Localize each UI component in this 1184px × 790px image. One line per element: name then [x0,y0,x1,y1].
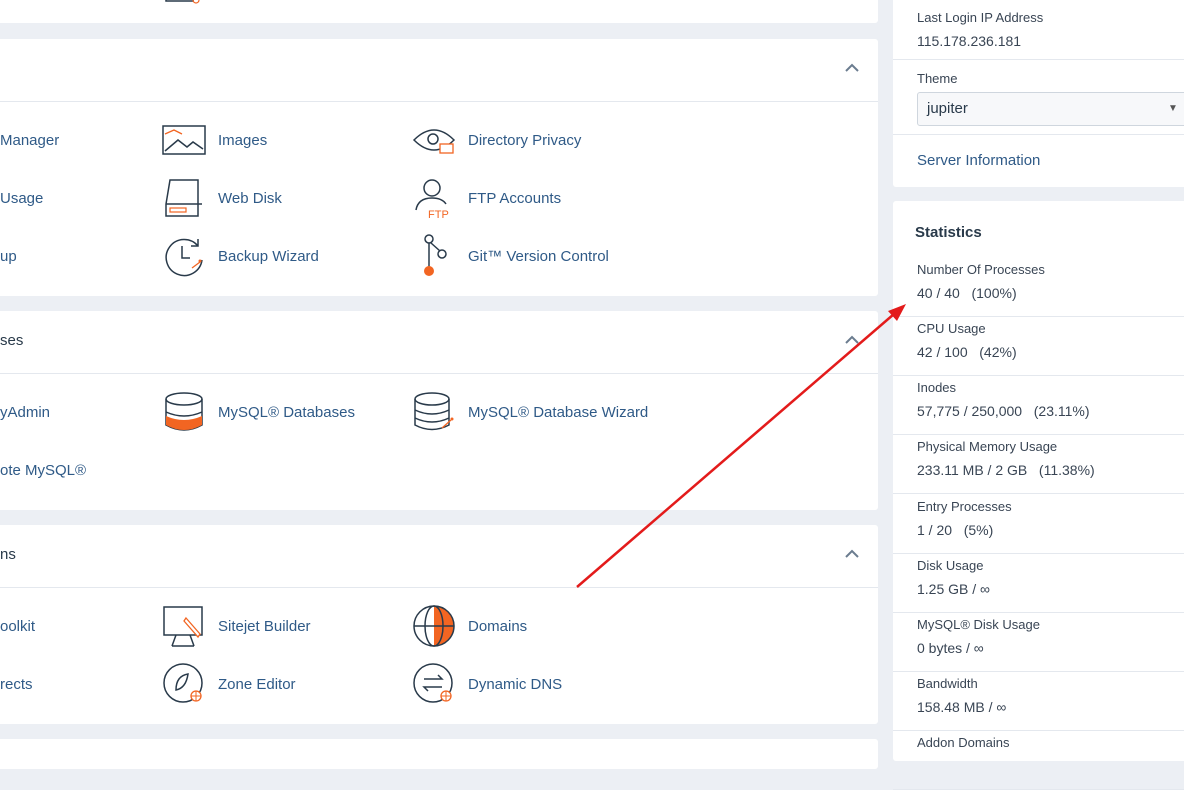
stat-value: 1 / 20 (5%) [917,522,994,538]
stat-label: CPU Usage [917,321,986,336]
top-panel-fragment [0,0,878,23]
site-toolkit-link[interactable]: oolkit [0,618,35,635]
stat-row: CPU Usage 42 / 100 (42%) [893,317,1184,376]
stat-label: MySQL® Disk Usage [917,617,1040,632]
backup-link[interactable]: up [0,248,17,265]
caret-down-icon: ▼ [1168,103,1178,114]
sitejet-builder-label: Sitejet Builder [218,617,311,635]
mysql-database-wizard-tool[interactable]: MySQL® Database Wizard [412,390,648,434]
stat-value: 40 / 40 (100%) [917,285,1017,301]
eye-icon [412,129,456,154]
stat-label: Disk Usage [917,558,984,573]
stat-value: 158.48 MB / ∞ [917,699,1007,715]
stat-row: Number Of Processes 40 / 40 (100%) [893,258,1184,317]
git-branch-icon [424,234,447,276]
dynamic-dns-icon [413,663,453,703]
redirects-link[interactable]: rects [0,676,33,693]
databases-panel-title: ses [0,332,24,349]
backup-clock-icon [165,238,203,277]
stat-row: Entry Processes 1 / 20 (5%) [893,495,1184,554]
backup-wizard-label: Backup Wizard [218,247,319,265]
images-tool[interactable]: Images [162,118,267,162]
statistics-panel: Statistics Number Of Processes 40 / 40 (1… [893,201,1184,790]
files-panel-header[interactable] [0,39,878,102]
zone-editor-tool[interactable]: Zone Editor [162,662,296,706]
ftp-user-icon: FTP [415,179,449,220]
partial-icon [165,0,200,4]
ftp-accounts-tool[interactable]: FTP FTP Accounts [412,176,561,220]
disk-usage-link[interactable]: Usage [0,190,43,207]
domains-tool[interactable]: Domains [412,604,527,648]
domains-panel-title: ns [0,546,16,563]
mysql-databases-label: MySQL® Databases [218,403,355,421]
zone-editor-label: Zone Editor [218,675,296,693]
stat-label: Physical Memory Usage [917,439,1058,454]
last-login-value: 115.178.236.181 [917,33,1022,49]
last-login-row: Last Login IP Address 115.178.236.181 [893,0,1184,60]
databases-panel-header[interactable]: ses [0,311,878,374]
last-login-label: Last Login IP Address [917,10,1044,25]
phpmyadmin-link[interactable]: yAdmin [0,404,50,421]
directory-privacy-label: Directory Privacy [468,131,582,149]
database-icon [165,392,203,431]
files-panel: Manager Images Directory Privacy Usage W… [0,39,878,296]
chevron-up-icon[interactable] [842,61,862,75]
file-manager-link[interactable]: Manager [0,132,59,149]
hard-drive-icon [165,179,202,217]
remote-mysql-link[interactable]: ote MySQL® [0,462,86,479]
stat-row: MySQL® Disk Usage 0 bytes / ∞ [893,613,1184,672]
domains-panel-header[interactable]: ns [0,525,878,588]
database-wizard-icon [414,392,454,431]
monitor-pen-icon [163,606,203,647]
mysql-databases-tool[interactable]: MySQL® Databases [162,390,355,434]
stat-row: Inodes 57,775 / 250,000 (23.11%) [893,376,1184,435]
theme-row: Theme jupiter ▼ [893,60,1184,135]
git-version-control-tool[interactable]: Git™ Version Control [412,234,609,278]
sitejet-builder-tool[interactable]: Sitejet Builder [162,604,311,648]
stat-row: Addon Domains [893,731,1184,790]
stat-row: Disk Usage 1.25 GB / ∞ [893,554,1184,613]
images-label: Images [218,131,268,149]
stat-row: Bandwidth 158.48 MB / ∞ [893,672,1184,731]
stat-label: Inodes [917,380,957,395]
databases-panel: ses yAdmin MySQL® Databases MySQL® Datab… [0,311,878,510]
zone-editor-icon [163,663,203,703]
images-icon [162,125,206,155]
statistics-title: Statistics [915,224,982,241]
globe-icon [413,605,455,647]
dynamic-dns-tool[interactable]: Dynamic DNS [412,662,562,706]
stat-row: Physical Memory Usage 233.11 MB / 2 GB (1… [893,435,1184,494]
theme-select-value: jupiter [927,100,968,117]
backup-wizard-tool[interactable]: Backup Wizard [162,234,319,278]
chevron-up-icon[interactable] [842,547,862,561]
git-version-control-label: Git™ Version Control [468,247,609,265]
theme-select[interactable]: jupiter ▼ [917,92,1184,126]
ftp-accounts-label: FTP Accounts [468,189,562,207]
stat-label: Entry Processes [917,499,1012,514]
next-panel-fragment [0,739,878,769]
stat-value: 42 / 100 (42%) [917,344,1017,360]
theme-label: Theme [917,71,958,86]
stat-label: Number Of Processes [917,262,1045,277]
dynamic-dns-label: Dynamic DNS [468,675,563,693]
stat-value: 57,775 / 250,000 (23.11%) [917,403,1090,419]
server-information-link[interactable]: Server Information [917,152,1040,169]
stat-value: 0 bytes / ∞ [917,640,984,656]
web-disk-tool[interactable]: Web Disk [162,176,282,220]
mysql-database-wizard-label: MySQL® Database Wizard [468,403,649,421]
domains-label: Domains [468,617,528,635]
stat-value: 1.25 GB / ∞ [917,581,991,597]
chevron-up-icon[interactable] [842,333,862,347]
web-disk-label: Web Disk [218,189,282,207]
general-info-panel: Last Login IP Address 115.178.236.181 Th… [893,0,1184,187]
svg-text:FTP: FTP [428,209,449,220]
stat-value: 233.11 MB / 2 GB (11.38%) [917,462,1095,478]
directory-privacy-tool[interactable]: Directory Privacy [412,118,581,162]
stat-label: Bandwidth [917,676,978,691]
domains-panel: ns oolkit Sitejet Builder Domains rects … [0,525,878,724]
